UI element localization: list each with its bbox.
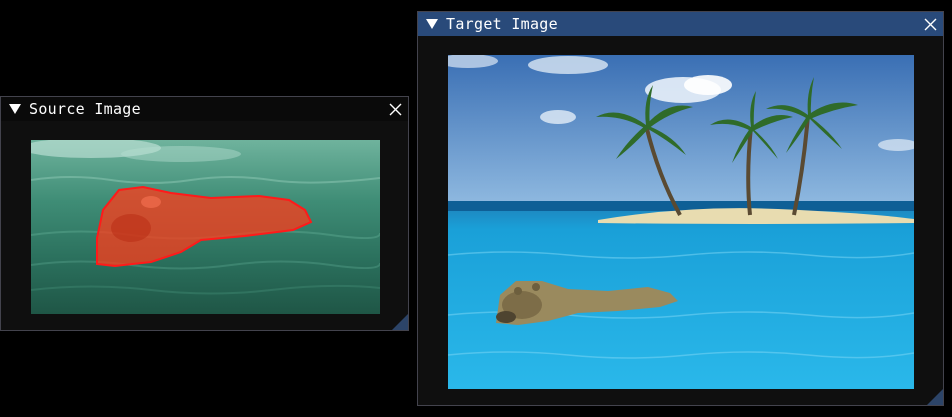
resize-grip[interactable] xyxy=(927,389,943,405)
close-icon[interactable] xyxy=(382,97,408,121)
resize-grip[interactable] xyxy=(392,314,408,330)
target-window-titlebar[interactable]: Target Image xyxy=(418,12,943,36)
source-image[interactable] xyxy=(31,140,380,314)
source-window-titlebar[interactable]: Source Image xyxy=(1,97,408,121)
close-icon[interactable] xyxy=(917,12,943,36)
target-window-title: Target Image xyxy=(446,15,558,33)
target-image-window[interactable]: Target Image xyxy=(417,11,944,406)
collapse-arrow-icon[interactable] xyxy=(1,104,29,114)
collapse-arrow-icon[interactable] xyxy=(418,19,446,29)
source-window-title: Source Image xyxy=(29,100,141,118)
target-image[interactable] xyxy=(448,55,914,389)
source-image-window[interactable]: Source Image xyxy=(0,96,409,331)
